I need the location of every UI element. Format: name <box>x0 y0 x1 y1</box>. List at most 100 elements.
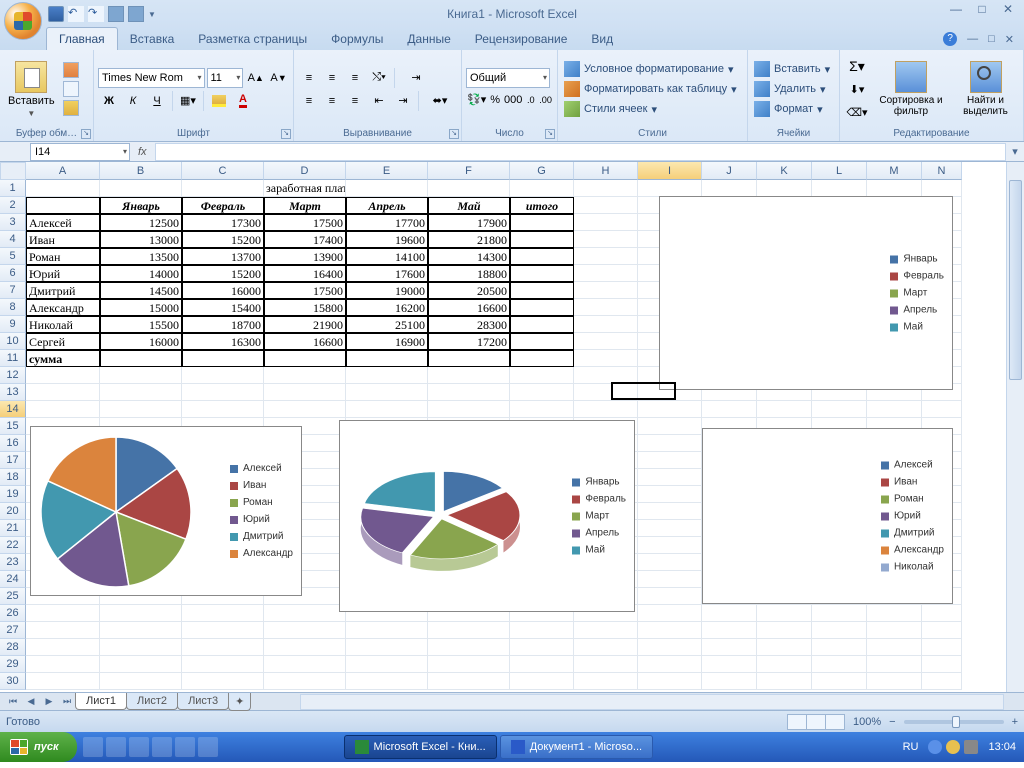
cell[interactable] <box>812 401 867 418</box>
taskbar-lang[interactable]: RU <box>903 741 919 753</box>
row-header[interactable]: 1 <box>0 180 26 197</box>
cell[interactable]: 17400 <box>264 231 346 248</box>
cell[interactable] <box>100 401 182 418</box>
tab-data[interactable]: Данные <box>395 28 462 50</box>
view-normal-icon[interactable] <box>787 714 807 730</box>
cell[interactable] <box>638 520 702 537</box>
cell[interactable] <box>182 384 264 401</box>
cell[interactable] <box>702 605 757 622</box>
cell[interactable]: 16000 <box>182 282 264 299</box>
cell[interactable] <box>922 622 962 639</box>
cell[interactable] <box>264 367 346 384</box>
cell[interactable]: заработная плата <box>264 180 346 197</box>
column-header-F[interactable]: F <box>428 162 510 180</box>
cell[interactable]: 16300 <box>182 333 264 350</box>
cell[interactable] <box>757 639 812 656</box>
row-header[interactable]: 15 <box>0 418 26 435</box>
chart-top-right[interactable]: ЯнварьФевральМартАпрельМай <box>659 196 953 390</box>
cell[interactable]: 16200 <box>346 299 428 316</box>
cell[interactable] <box>100 350 182 367</box>
find-select-button[interactable]: Найти и выделить <box>952 59 1019 119</box>
align-middle-icon[interactable]: ≡ <box>321 68 343 88</box>
cell[interactable]: 17500 <box>264 214 346 231</box>
cell[interactable] <box>510 656 574 673</box>
cell[interactable]: 19600 <box>346 231 428 248</box>
sheet-first-icon[interactable]: ⏮ <box>4 696 22 707</box>
cell[interactable]: Юрий <box>26 265 100 282</box>
sheet-new-icon[interactable]: ✦ <box>228 693 251 711</box>
cell[interactable] <box>428 350 510 367</box>
cell[interactable]: 16600 <box>428 299 510 316</box>
fx-label[interactable]: fx <box>138 146 147 158</box>
cell[interactable] <box>812 605 867 622</box>
row-header[interactable]: 26 <box>0 605 26 622</box>
cell[interactable]: Дмитрий <box>26 282 100 299</box>
cell[interactable]: 17200 <box>428 333 510 350</box>
ql-icon-3[interactable] <box>129 737 149 757</box>
cell[interactable] <box>26 605 100 622</box>
cell[interactable] <box>812 673 867 690</box>
indent-dec-icon[interactable]: ⇤ <box>368 91 390 111</box>
align-bottom-icon[interactable]: ≡ <box>344 68 366 88</box>
row-header[interactable]: 29 <box>0 656 26 673</box>
cell[interactable]: 15200 <box>182 265 264 282</box>
cell[interactable] <box>510 265 574 282</box>
cell[interactable] <box>757 180 812 197</box>
row-header[interactable]: 22 <box>0 537 26 554</box>
cell[interactable] <box>26 622 100 639</box>
cell[interactable] <box>346 384 428 401</box>
cell[interactable] <box>638 418 702 435</box>
cell[interactable]: Роман <box>26 248 100 265</box>
cell[interactable]: 18700 <box>182 316 264 333</box>
cell[interactable] <box>867 673 922 690</box>
row-header[interactable]: 23 <box>0 554 26 571</box>
cell[interactable]: 15000 <box>100 299 182 316</box>
cell[interactable] <box>182 180 264 197</box>
cell[interactable] <box>182 622 264 639</box>
format-as-table-button[interactable]: Форматировать как таблицу ▾ <box>562 80 739 98</box>
cell[interactable] <box>510 180 574 197</box>
cell[interactable] <box>264 401 346 418</box>
zoom-slider[interactable] <box>904 720 1004 724</box>
cell[interactable] <box>264 622 346 639</box>
cell[interactable] <box>574 197 638 214</box>
cell[interactable] <box>922 656 962 673</box>
cell[interactable] <box>428 401 510 418</box>
ql-icon-6[interactable] <box>198 737 218 757</box>
italic-button[interactable]: К <box>122 91 144 111</box>
cell[interactable]: 16900 <box>346 333 428 350</box>
cell[interactable] <box>702 622 757 639</box>
ql-icon-4[interactable] <box>152 737 172 757</box>
cell[interactable] <box>638 503 702 520</box>
align-right-icon[interactable]: ≡ <box>344 91 366 111</box>
cell[interactable]: Май <box>428 197 510 214</box>
cell[interactable] <box>346 180 428 197</box>
row-header[interactable]: 13 <box>0 384 26 401</box>
chart-right-lower[interactable]: АлексейИванРоманЮрийДмитрийАлександрНико… <box>702 428 953 604</box>
cell[interactable] <box>867 639 922 656</box>
cell[interactable] <box>26 673 100 690</box>
row-header[interactable]: 18 <box>0 469 26 486</box>
cell[interactable] <box>574 299 638 316</box>
cell[interactable] <box>428 622 510 639</box>
maximize-button[interactable]: □ <box>970 2 994 18</box>
align-center-icon[interactable]: ≡ <box>321 91 343 111</box>
row-header[interactable]: 10 <box>0 333 26 350</box>
cell[interactable] <box>264 673 346 690</box>
row-header[interactable]: 24 <box>0 571 26 588</box>
cell[interactable] <box>264 656 346 673</box>
taskbar-clock[interactable]: 13:04 <box>988 741 1016 753</box>
zoom-knob[interactable] <box>952 716 960 728</box>
cell[interactable]: сумма <box>26 350 100 367</box>
cell[interactable] <box>638 180 702 197</box>
cell[interactable] <box>574 622 638 639</box>
cell[interactable] <box>638 486 702 503</box>
column-header-J[interactable]: J <box>702 162 757 180</box>
cell[interactable]: 19000 <box>346 282 428 299</box>
sheet-next-icon[interactable]: ▶ <box>40 696 58 707</box>
cell[interactable] <box>922 401 962 418</box>
orientation-icon[interactable]: ⤭▾ <box>368 68 390 88</box>
help-icon[interactable]: ? <box>943 32 957 46</box>
ribbon-minimize-icon[interactable]: — <box>967 33 978 45</box>
cell[interactable] <box>574 367 638 384</box>
